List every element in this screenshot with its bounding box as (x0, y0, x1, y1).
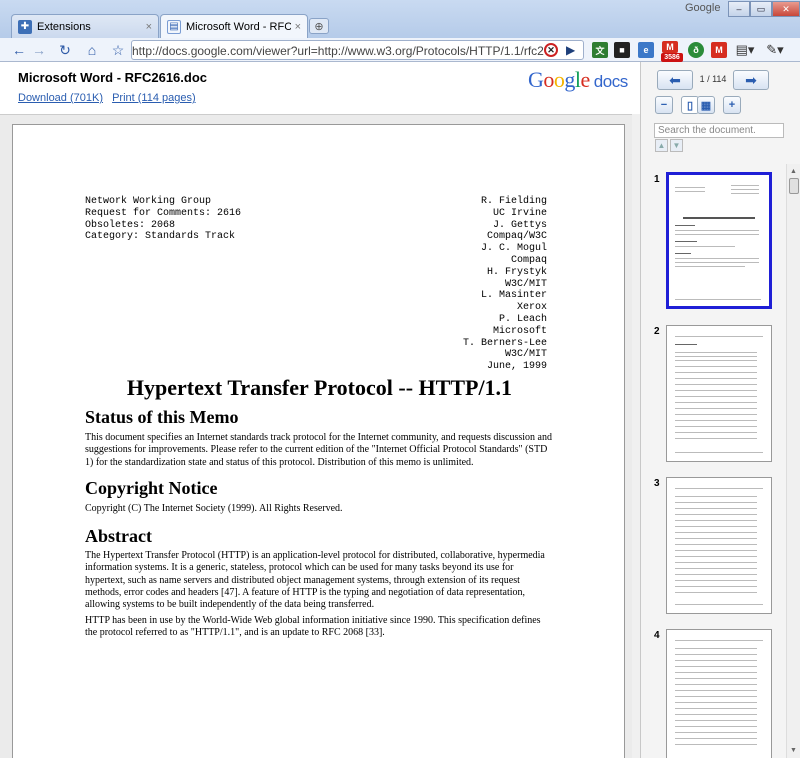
translate-extension-icon[interactable]: 文 (592, 42, 608, 58)
rfc-header-left: Network Working Group Request for Commen… (85, 196, 242, 243)
thumbnail-number: 3 (654, 478, 660, 489)
search-navigation: ▲ ▼ (655, 139, 683, 152)
search-previous-button[interactable]: ▲ (655, 139, 668, 152)
tab-extensions[interactable]: ✚ Extensions × (11, 14, 159, 38)
gmail-checker-icon[interactable]: M (662, 41, 678, 53)
zoom-out-button[interactable]: − (655, 96, 673, 114)
thumbnail-page-3[interactable] (666, 477, 772, 614)
puzzle-icon: ✚ (18, 19, 32, 34)
previous-page-button[interactable]: ⬅ (657, 70, 693, 90)
close-icon[interactable]: × (146, 21, 152, 33)
document-page: Network Working Group Request for Commen… (12, 124, 625, 758)
copyright-text: Copyright (C) The Internet Society (1999… (85, 503, 343, 514)
new-tab-button[interactable]: ⊕ (309, 18, 329, 34)
stop-icon[interactable]: ✕ (544, 43, 558, 57)
thumbnail-sidebar: ⬅ 1 / 114 ➡ − ▯ ▦ + Search the document.… (640, 62, 800, 758)
download-link[interactable]: Download (701K) (18, 92, 103, 104)
search-next-button[interactable]: ▼ (670, 139, 683, 152)
logo-letter: G (528, 67, 544, 92)
status-heading: Status of this Memo (85, 407, 239, 427)
restore-button[interactable]: ▭ (750, 1, 772, 17)
home-button[interactable]: ⌂ (83, 41, 101, 59)
document-icon: ▤ (167, 19, 181, 34)
rfc-header-right: R. Fielding UC Irvine J. Gettys Compaq/W… (462, 196, 547, 373)
status-text: This document specifies an Internet stan… (85, 432, 552, 468)
bookmark-star-icon[interactable]: ☆ (109, 41, 127, 59)
go-icon[interactable]: ▶ (566, 43, 575, 57)
logo-letter: o (543, 67, 554, 92)
scroll-up-icon[interactable]: ▲ (788, 165, 799, 177)
grid-view-icon[interactable]: ▦ (697, 96, 715, 114)
document-links: Download (701K) Print (114 pages) (18, 92, 202, 104)
tab-label: Microsoft Word - RFC261... (186, 20, 291, 33)
thumbnail-scrollbar[interactable]: ▲ ▼ (786, 164, 800, 758)
logo-docs: docs (593, 72, 628, 91)
viewer-header: Microsoft Word - RFC2616.doc Download (7… (0, 62, 640, 114)
wrench-menu-icon[interactable]: ✎▾ (766, 41, 784, 59)
browser-toolbar: ← → ↻ ⌂ ☆ http://docs.google.com/viewer?… (0, 38, 800, 62)
thumbnail-page-4[interactable] (666, 629, 772, 758)
scroll-down-icon[interactable]: ▼ (788, 744, 799, 756)
puzzle-extension-icon[interactable]: ■ (614, 42, 630, 58)
thumbnail-number: 4 (654, 630, 660, 641)
copyright-heading: Copyright Notice (85, 478, 218, 498)
logo-letter: o (553, 67, 565, 92)
page-menu-icon[interactable]: ▤▾ (736, 41, 755, 59)
zoom-in-button[interactable]: + (723, 96, 741, 114)
thumbnail-page-2[interactable] (666, 325, 772, 462)
window-controls: – ▭ ✕ (728, 1, 800, 17)
title-bar: ✚ Extensions × ▤ Microsoft Word - RFC261… (0, 0, 800, 38)
logo-letter: e (580, 67, 591, 92)
minimize-button[interactable]: – (728, 1, 750, 17)
feed-extension-icon[interactable]: ð (688, 42, 704, 58)
thumbnail-list: 1 2 3 4 (641, 164, 787, 758)
abstract-paragraph-1: The Hypertext Transfer Protocol (HTTP) i… (85, 550, 545, 611)
url-text: http://docs.google.com/viewer?url=http:/… (132, 44, 544, 58)
abstract-heading: Abstract (85, 526, 152, 546)
document-viewer[interactable]: Network Working Group Request for Commen… (0, 114, 640, 758)
reload-button[interactable]: ↻ (56, 41, 74, 59)
thumbnail-number: 2 (654, 326, 660, 337)
scroll-thumb[interactable] (789, 178, 799, 194)
ie-tab-extension-icon[interactable]: e (638, 42, 654, 58)
viewer-scrollbar[interactable] (632, 114, 640, 758)
print-link[interactable]: Print (114 pages) (112, 92, 196, 104)
thumbnail-page-1[interactable] (666, 172, 772, 309)
logo-letter: g (564, 67, 575, 92)
close-window-button[interactable]: ✕ (772, 1, 800, 17)
search-input[interactable]: Search the document. (654, 123, 784, 138)
back-button[interactable]: ← (10, 41, 28, 59)
browser-brand: Google (685, 2, 721, 14)
document-title: Microsoft Word - RFC2616.doc (18, 70, 208, 85)
tab-label: Extensions (37, 20, 91, 33)
thumbnail-number: 1 (654, 174, 660, 185)
tab-microsoft-word[interactable]: ▤ Microsoft Word - RFC261... × (160, 14, 308, 38)
google-docs-logo: Google docs (528, 67, 628, 93)
page-counter: 1 / 114 (699, 74, 727, 84)
address-bar[interactable]: http://docs.google.com/viewer?url=http:/… (131, 40, 584, 60)
abstract-paragraph-2: HTTP has been in use by the World-Wide W… (85, 615, 541, 639)
next-page-button[interactable]: ➡ (733, 70, 769, 90)
close-icon[interactable]: × (295, 21, 301, 33)
document-heading: Hypertext Transfer Protocol -- HTTP/1.1 (126, 375, 513, 400)
gmail-unread-badge: 3586 (661, 53, 683, 62)
forward-button[interactable]: → (30, 41, 48, 59)
gmail-icon[interactable]: M (711, 42, 727, 58)
